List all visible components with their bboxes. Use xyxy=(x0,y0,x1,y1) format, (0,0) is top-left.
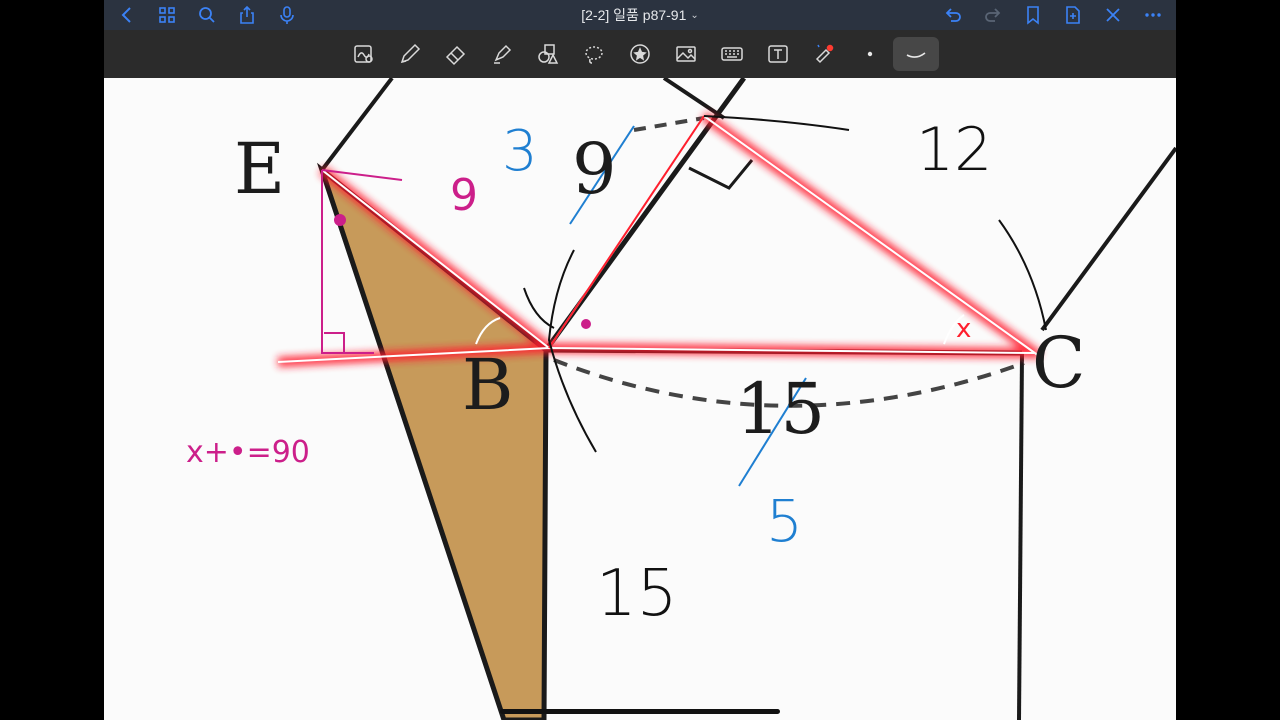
notes-app-window: [2-2] 일품 p87-91 ⌄ E B C 9 15 3 5 9 x+•=9… xyxy=(104,0,1176,720)
redo-icon[interactable] xyxy=(980,2,1006,28)
right-actions xyxy=(930,2,1176,28)
more-icon[interactable] xyxy=(1140,2,1166,28)
microphone-icon[interactable] xyxy=(274,2,300,28)
title-bar: [2-2] 일품 p87-91 ⌄ xyxy=(104,0,1176,30)
handwritten-magenta-9: 9 xyxy=(450,170,478,221)
vertex-label-c: C xyxy=(1032,322,1086,404)
undo-icon[interactable] xyxy=(940,2,966,28)
share-icon[interactable] xyxy=(234,2,260,28)
document-title[interactable]: [2-2] 일품 p87-91 ⌄ xyxy=(581,5,699,25)
handwritten-black-15: 15 xyxy=(596,557,678,631)
pen-size-dot-icon[interactable] xyxy=(847,37,893,71)
home-indicator[interactable] xyxy=(500,709,780,714)
handwritten-black-12: 12 xyxy=(916,115,993,185)
document-title-text: [2-2] 일품 p87-91 xyxy=(581,7,687,23)
bookmark-icon[interactable] xyxy=(1020,2,1046,28)
note-canvas[interactable]: E B C 9 15 3 5 9 x+•=90 12 15 x xyxy=(104,78,1176,720)
close-icon[interactable] xyxy=(1100,2,1126,28)
grid-icon[interactable] xyxy=(154,2,180,28)
lasso-icon[interactable] xyxy=(571,37,617,71)
sticker-icon[interactable] xyxy=(617,37,663,71)
keyboard-icon[interactable] xyxy=(709,37,755,71)
handwritten-blue-top: 3 xyxy=(502,119,538,184)
length-label-top: 9 xyxy=(572,128,617,210)
add-page-icon[interactable] xyxy=(1060,2,1086,28)
lasso-ink-icon[interactable] xyxy=(341,37,387,71)
handwritten-equation: x+•=90 xyxy=(186,435,310,470)
image-icon[interactable] xyxy=(663,37,709,71)
vertex-label-e: E xyxy=(234,128,286,210)
highlighter-icon[interactable] xyxy=(479,37,525,71)
handwritten-blue-bottom: 5 xyxy=(766,487,803,555)
left-actions xyxy=(104,2,310,28)
eraser-icon[interactable] xyxy=(433,37,479,71)
length-label-bottom: 15 xyxy=(736,368,826,450)
pen-icon[interactable] xyxy=(387,37,433,71)
text-icon[interactable] xyxy=(755,37,801,71)
shapes-icon[interactable] xyxy=(525,37,571,71)
search-icon[interactable] xyxy=(194,2,220,28)
drawing-toolbar xyxy=(104,30,1176,78)
stroke-style-icon[interactable] xyxy=(893,37,939,71)
laser-pointer-icon[interactable] xyxy=(801,37,847,71)
back-icon[interactable] xyxy=(114,2,140,28)
vertex-label-b: B xyxy=(462,344,514,426)
angle-mark-x: x xyxy=(956,314,972,344)
chevron-down-icon: ⌄ xyxy=(690,9,699,21)
